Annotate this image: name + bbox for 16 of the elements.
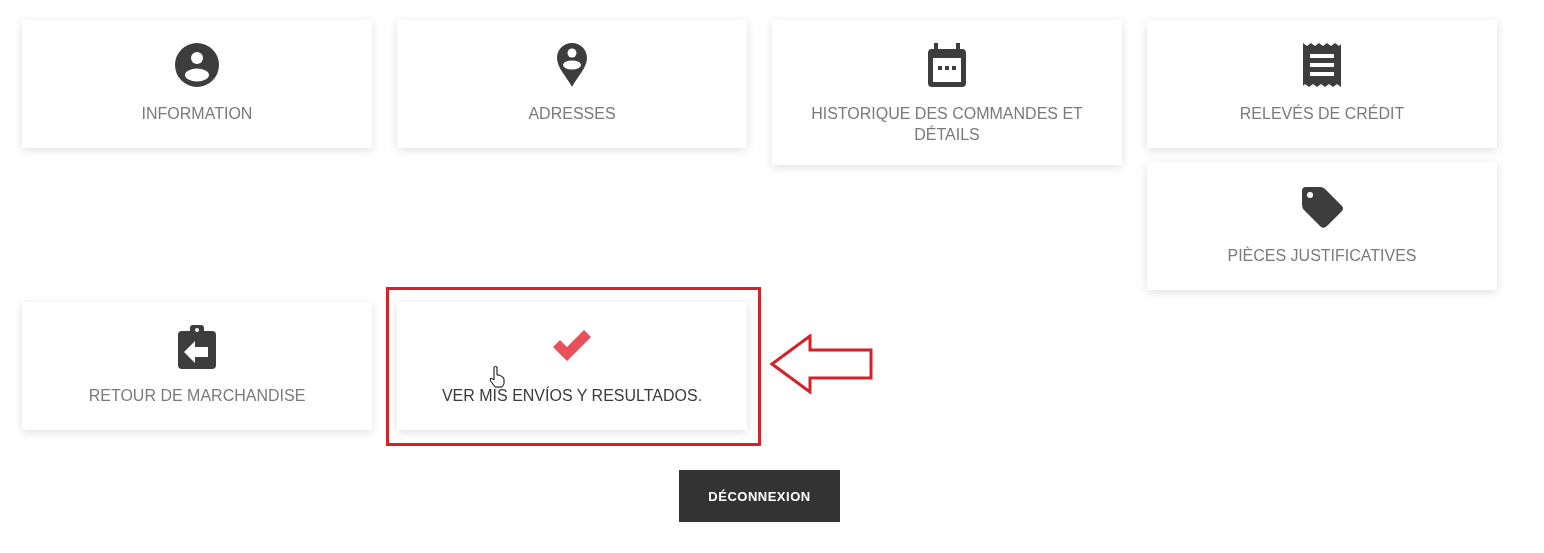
tile-label: VER MIS ENVÍOS Y RESULTADOS. — [441, 385, 703, 406]
account-tile[interactable]: INFORMATION — [22, 20, 372, 148]
tile-label: HISTORIQUE DES COMMANDES ET DÉTAILS — [810, 104, 1084, 145]
hand-cursor-icon — [489, 366, 505, 388]
logout-button[interactable]: DÉCONNEXION — [679, 470, 840, 522]
account-tile[interactable]: ADRESSES — [397, 20, 747, 148]
account-tile[interactable]: RELEVÉS DE CRÉDIT — [1147, 20, 1497, 148]
tile-label: PIÈCES JUSTIFICATIVES — [1227, 245, 1417, 266]
tile-label: RELEVÉS DE CRÉDIT — [1239, 103, 1405, 124]
tile-label: INFORMATION — [141, 104, 253, 124]
tile-label: RETOUR DE MARCHANDISE — [88, 386, 306, 406]
account-tile[interactable]: HISTORIQUE DES COMMANDES ET DÉTAILS — [772, 20, 1122, 165]
account-tile[interactable]: VER MIS ENVÍOS Y RESULTADOS. — [397, 302, 747, 430]
account-tile[interactable]: RETOUR DE MARCHANDISE — [22, 302, 372, 430]
tile-label: ADRESSES — [528, 104, 616, 124]
account-tile[interactable]: PIÈCES JUSTIFICATIVES — [1147, 162, 1497, 290]
